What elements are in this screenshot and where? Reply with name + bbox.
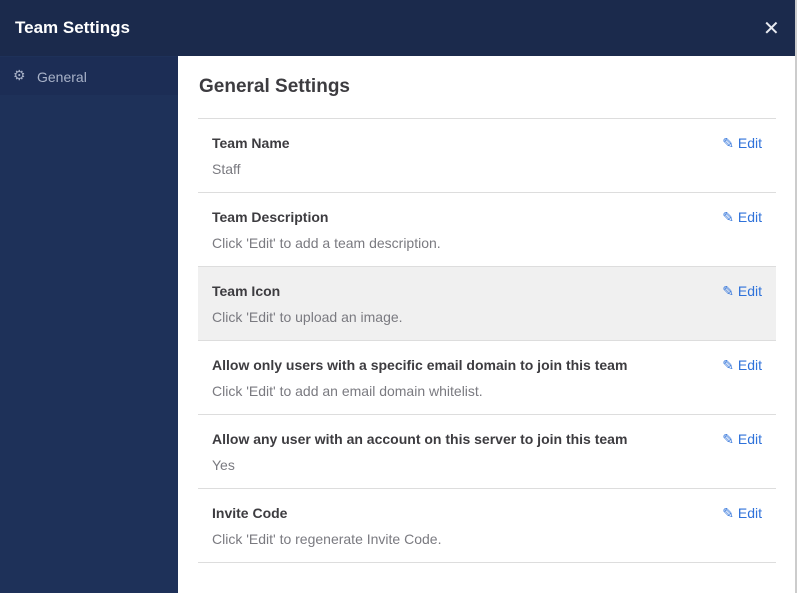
edit-button[interactable]: ✎ Edit xyxy=(722,135,762,152)
edit-button[interactable]: ✎ Edit xyxy=(722,505,762,522)
setting-row: Team Icon Click 'Edit' to upload an imag… xyxy=(198,267,776,341)
setting-value: Click 'Edit' to upload an image. xyxy=(212,309,403,325)
pencil-icon: ✎ xyxy=(722,209,734,225)
setting-row: Allow any user with an account on this s… xyxy=(198,415,776,489)
pencil-icon: ✎ xyxy=(722,283,734,299)
edit-label: Edit xyxy=(737,357,762,373)
sidebar-item-general[interactable]: ⚙ General xyxy=(0,57,178,95)
setting-row: Team Name Staff ✎ Edit xyxy=(198,119,776,193)
setting-title: Team Icon xyxy=(212,283,281,299)
setting-title: Allow only users with a specific email d… xyxy=(212,357,628,373)
edit-label: Edit xyxy=(737,505,762,521)
setting-title: Team Name xyxy=(212,135,290,151)
pencil-icon: ✎ xyxy=(722,431,734,447)
edit-label: Edit xyxy=(737,209,762,225)
sidebar-item-label: General xyxy=(37,69,87,85)
page-title: General Settings xyxy=(199,76,350,97)
setting-row: Invite Code Click 'Edit' to regenerate I… xyxy=(198,489,776,563)
edit-button[interactable]: ✎ Edit xyxy=(722,209,762,226)
setting-row: Team Description Click 'Edit' to add a t… xyxy=(198,193,776,267)
setting-value: Staff xyxy=(212,161,241,177)
setting-title: Invite Code xyxy=(212,505,288,521)
edit-label: Edit xyxy=(737,283,762,299)
setting-title: Allow any user with an account on this s… xyxy=(212,431,628,447)
edit-button[interactable]: ✎ Edit xyxy=(722,357,762,374)
setting-value: Yes xyxy=(212,457,235,473)
modal-header: Team Settings ✕ xyxy=(0,0,795,56)
sidebar: ⚙ General xyxy=(0,56,178,593)
settings-list: Team Name Staff ✎ Edit Team Description C… xyxy=(198,118,776,563)
setting-value: Click 'Edit' to add a team description. xyxy=(212,235,441,251)
modal-title: Team Settings xyxy=(15,18,130,37)
edit-label: Edit xyxy=(737,135,762,151)
edit-label: Edit xyxy=(737,431,762,447)
close-icon[interactable]: ✕ xyxy=(763,16,780,41)
pencil-icon: ✎ xyxy=(722,135,734,151)
setting-value: Click 'Edit' to add an email domain whit… xyxy=(212,383,483,399)
setting-row: Allow only users with a specific email d… xyxy=(198,341,776,415)
gear-icon: ⚙ xyxy=(13,67,26,83)
setting-title: Team Description xyxy=(212,209,329,225)
pencil-icon: ✎ xyxy=(722,505,734,521)
setting-value: Click 'Edit' to regenerate Invite Code. xyxy=(212,531,442,547)
pencil-icon: ✎ xyxy=(722,357,734,373)
edit-button[interactable]: ✎ Edit xyxy=(722,431,762,448)
edit-button[interactable]: ✎ Edit xyxy=(722,283,762,300)
main-panel: General Settings Team Name Staff ✎ Edit T… xyxy=(178,56,795,593)
